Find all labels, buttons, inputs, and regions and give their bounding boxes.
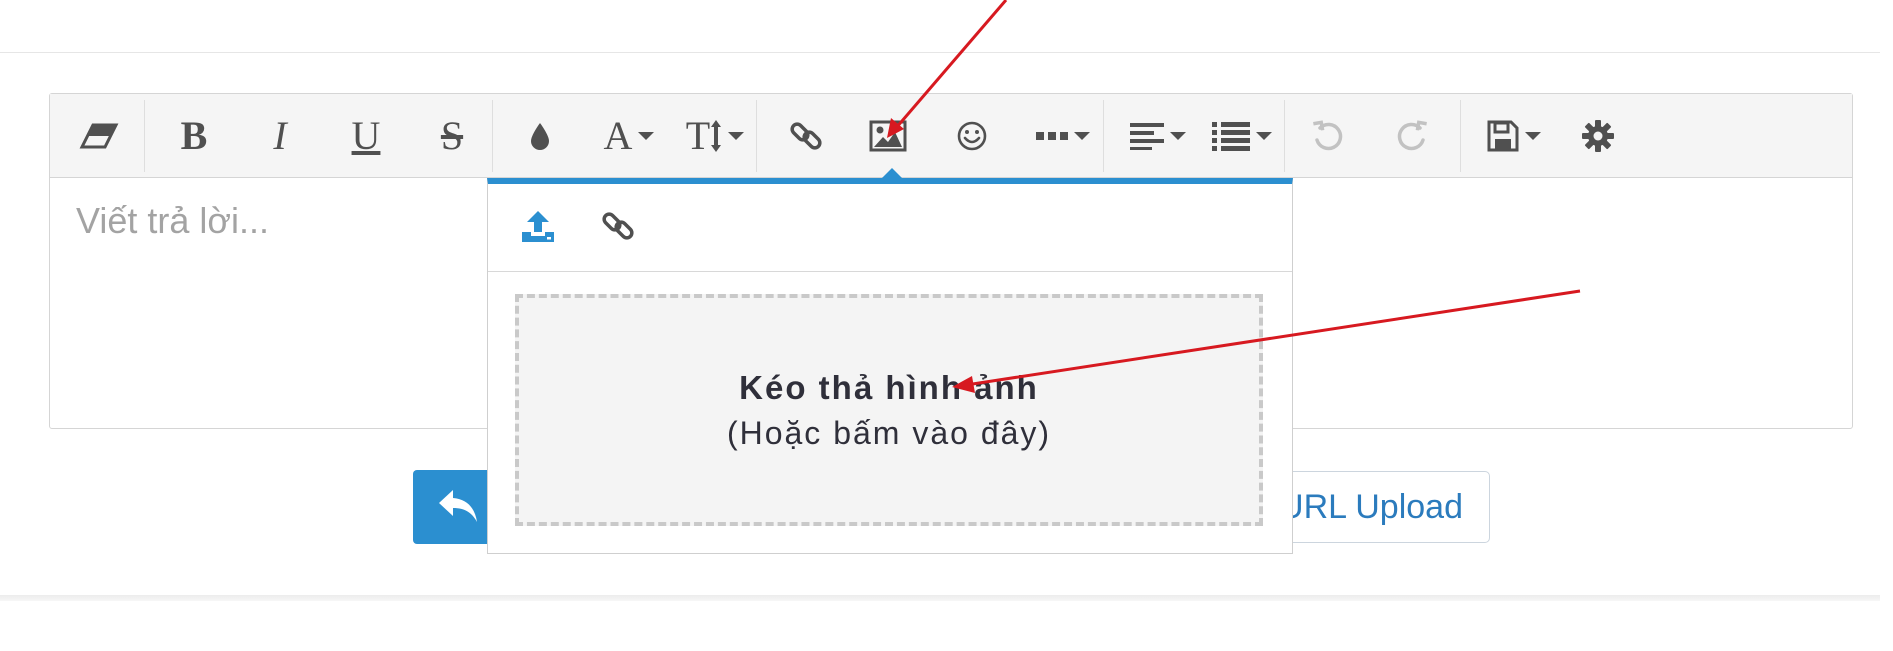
insert-emoji-button[interactable] <box>946 108 998 164</box>
italic-icon: I <box>273 113 287 158</box>
redo-icon <box>1397 120 1427 151</box>
redo-button[interactable] <box>1386 108 1438 164</box>
chevron-down-icon <box>1074 132 1090 140</box>
font-size-icon: T <box>685 113 711 158</box>
tab-upload-image[interactable] <box>514 202 562 250</box>
url-upload-button[interactable]: URL Upload <box>1270 471 1490 543</box>
chevron-down-icon <box>1256 132 1272 140</box>
chevron-down-icon <box>1170 132 1186 140</box>
smiley-icon <box>957 121 987 151</box>
editor-toolbar: B I U S A T <box>50 94 1852 178</box>
more-options-button[interactable] <box>1028 108 1098 164</box>
text-height-icon <box>711 120 722 152</box>
list-icon <box>1212 122 1250 151</box>
tab-image-from-url[interactable] <box>594 202 642 250</box>
toolbar-separator <box>1284 100 1285 172</box>
strikethrough-icon: S <box>440 113 464 158</box>
gear-icon <box>1582 120 1614 152</box>
save-icon <box>1487 120 1519 152</box>
insert-link-button[interactable] <box>780 108 832 164</box>
bold-button[interactable]: B <box>168 108 220 164</box>
image-dropzone[interactable]: Kéo thả hình ảnh (Hoặc bấm vào đây) <box>515 294 1263 526</box>
url-upload-label: URL Upload <box>1279 487 1463 526</box>
page-divider-top <box>0 52 1880 53</box>
toolbar-separator <box>756 100 757 172</box>
strikethrough-button[interactable]: S <box>426 108 478 164</box>
editor-placeholder[interactable]: Viết trả lời... <box>76 200 269 242</box>
reply-icon <box>439 490 477 522</box>
dropzone-title: Kéo thả hình ảnh <box>739 368 1039 406</box>
toolbar-separator <box>492 100 493 172</box>
insert-image-button[interactable] <box>862 108 914 164</box>
font-icon: A <box>603 113 633 158</box>
underline-icon: U <box>351 113 381 158</box>
image-icon <box>869 120 907 152</box>
bold-icon: B <box>180 113 208 158</box>
dropzone-subtitle: (Hoặc bấm vào đây) <box>726 414 1052 451</box>
undo-icon <box>1313 120 1343 151</box>
toolbar-separator <box>144 100 145 172</box>
upload-icon <box>522 211 554 242</box>
toolbar-separator <box>1103 100 1104 172</box>
ellipsis-icon <box>1036 132 1068 140</box>
align-left-icon <box>1130 123 1164 150</box>
link-icon <box>602 212 634 240</box>
toolbar-separator <box>1460 100 1461 172</box>
italic-button[interactable]: I <box>254 108 306 164</box>
undo-button[interactable] <box>1302 108 1354 164</box>
align-button[interactable] <box>1122 108 1194 164</box>
insert-image-popup: Kéo thả hình ảnh (Hoặc bấm vào đây) <box>487 178 1293 554</box>
font-family-button[interactable]: A <box>594 108 664 164</box>
link-icon <box>790 122 822 150</box>
clear-format-button[interactable] <box>74 108 124 164</box>
chevron-down-icon <box>728 132 745 140</box>
underline-button[interactable]: U <box>340 108 392 164</box>
eraser-icon <box>79 123 119 149</box>
font-size-button[interactable]: T <box>678 108 752 164</box>
settings-button[interactable] <box>1572 108 1624 164</box>
drafts-button[interactable] <box>1478 108 1550 164</box>
page-divider-bottom <box>0 595 1880 601</box>
droplet-icon <box>531 123 549 150</box>
text-color-button[interactable] <box>514 108 566 164</box>
chevron-down-icon <box>1525 132 1541 140</box>
popup-tabs <box>488 184 1292 272</box>
list-button[interactable] <box>1206 108 1278 164</box>
chevron-down-icon <box>638 132 655 140</box>
